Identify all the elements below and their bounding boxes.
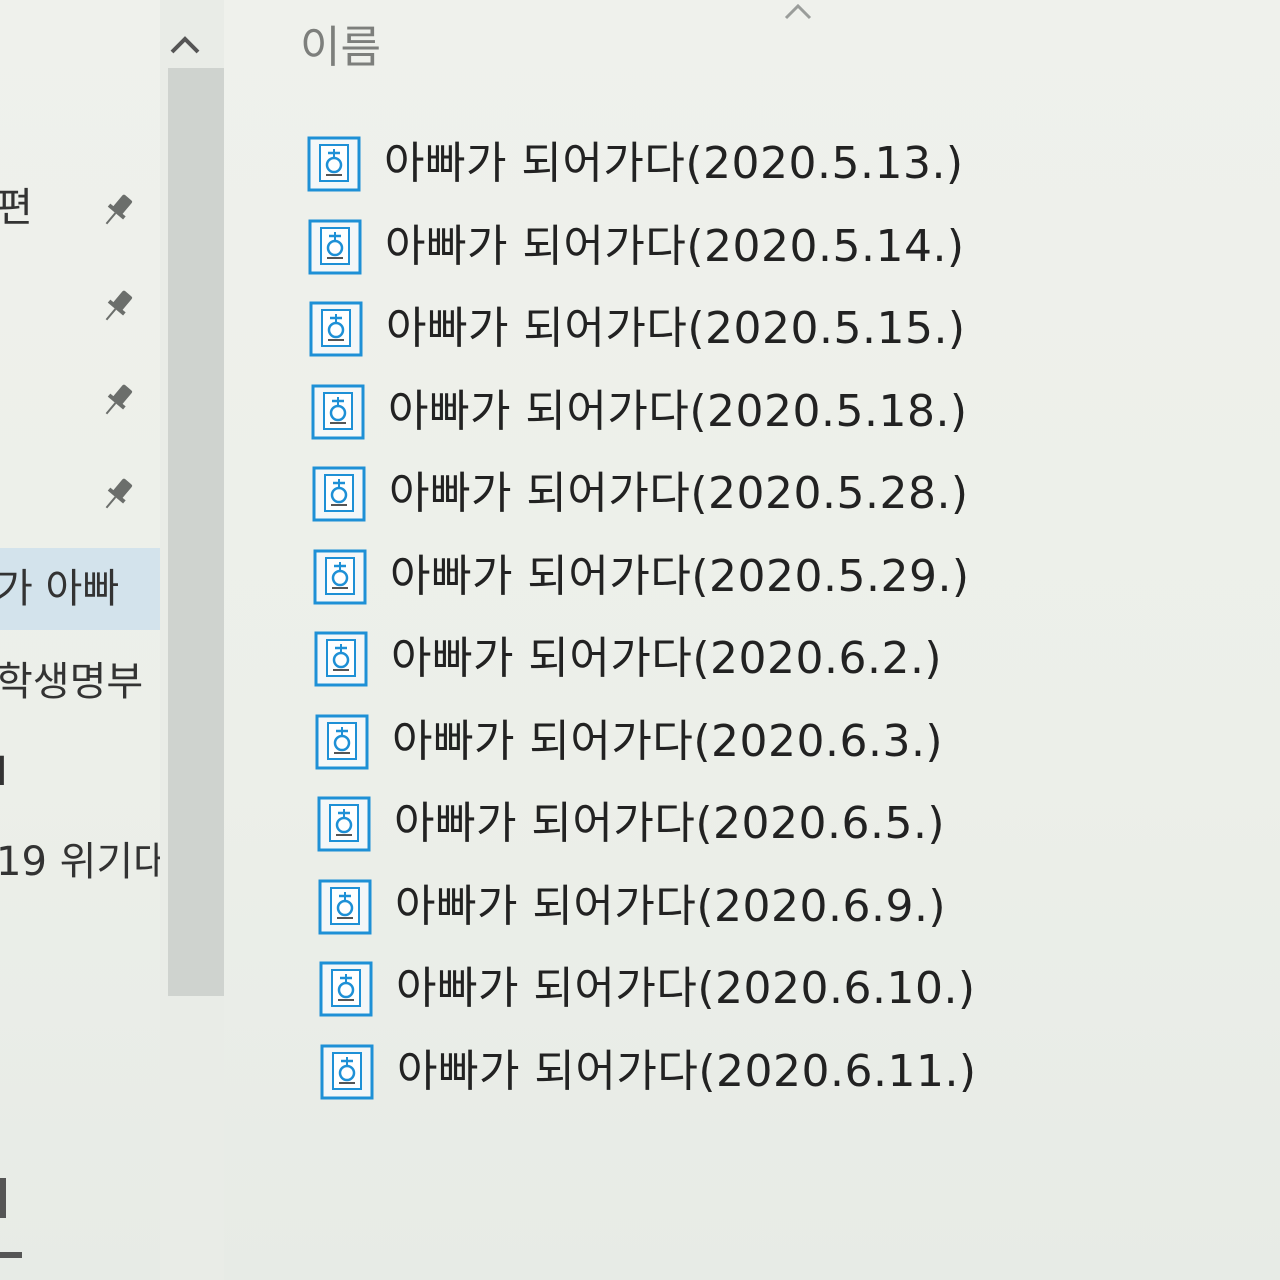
nav-item-folder[interactable]: I: [0, 736, 160, 808]
file-name: 아빠가 되어가다(2020.5.28.): [389, 468, 969, 519]
hwp-document-icon: [312, 548, 368, 606]
file-name: 아빠가 되어가다(2020.6.10.): [396, 963, 976, 1014]
hwp-document-icon: [308, 300, 364, 358]
file-row[interactable]: 아빠가 되어가다(2020.6.3.): [228, 702, 1228, 782]
file-name: 아빠가 되어가다(2020.6.3.): [392, 715, 944, 767]
nav-item-label: 19 위기대: [0, 839, 160, 885]
hwp-document-icon: [307, 218, 363, 276]
file-name: 아빠가 되어가다(2020.5.15.): [386, 303, 966, 354]
nav-item-label: 편: [0, 185, 33, 231]
file-name: 아빠가 되어가다(2020.6.11.): [397, 1045, 977, 1097]
nav-item-folder[interactable]: 학생명부: [0, 646, 160, 718]
nav-item-selected-folder[interactable]: 가 아빠: [0, 548, 160, 630]
file-name: 아빠가 되어가다(2020.5.18.): [388, 385, 968, 437]
nav-item-label: 학생명부: [0, 659, 144, 705]
nav-scrollbar[interactable]: [160, 0, 224, 1280]
file-name: 아빠가 되어가다(2020.6.5.): [394, 798, 946, 849]
file-row[interactable]: 아빠가 되어가다(2020.5.14.): [228, 207, 1228, 287]
hwp-document-icon: [310, 383, 366, 441]
nav-item-label: 가 아빠: [0, 566, 120, 612]
file-row[interactable]: 아빠가 되어가다(2020.5.13.): [228, 124, 1228, 204]
file-row[interactable]: 아빠가 되어가다(2020.5.29.): [228, 537, 1228, 617]
file-row[interactable]: 아빠가 되어가다(2020.5.15.): [228, 289, 1228, 369]
file-name: 아빠가 되어가다(2020.5.13.): [384, 138, 964, 189]
hwp-document-icon: [319, 1043, 375, 1101]
file-row[interactable]: 아빠가 되어가다(2020.6.5.): [228, 784, 1228, 864]
chevron-up-icon[interactable]: [160, 20, 210, 70]
hwp-document-icon: [311, 465, 367, 523]
file-row[interactable]: 아빠가 되어가다(2020.5.28.): [228, 454, 1228, 534]
hwp-document-icon: [313, 630, 369, 688]
nav-item-folder[interactable]: 19 위기대: [0, 826, 160, 898]
file-name: 아빠가 되어가다(2020.5.14.): [385, 220, 965, 272]
file-name: 아빠가 되어가다(2020.6.9.): [395, 880, 947, 932]
file-list-pane: 이름 아빠가 되어가다(2020.5.13.) 아빠가 되어가다(2020.5.1…: [228, 0, 1280, 1280]
file-row[interactable]: 아빠가 되어가다(2020.5.18.): [228, 372, 1228, 452]
hwp-document-icon: [314, 713, 370, 771]
nav-item-label: I: [0, 749, 8, 795]
pin-icon[interactable]: [98, 474, 138, 514]
sort-caret-icon[interactable]: [778, 0, 818, 24]
hwp-document-icon: [317, 878, 373, 936]
pin-icon[interactable]: [98, 286, 138, 326]
file-name: 아빠가 되어가다(2020.6.2.): [391, 633, 943, 684]
file-name: 아빠가 되어가다(2020.5.29.): [390, 550, 970, 602]
column-header-name[interactable]: 이름: [300, 20, 381, 76]
file-explorer-window: 편 가 아빠 학생명부 I 19 위기대 이름 아빠가 되어가다(2020.5.…: [0, 0, 1280, 1280]
file-row[interactable]: 아빠가 되어가다(2020.6.2.): [228, 619, 1228, 699]
navigation-pane: 편 가 아빠 학생명부 I 19 위기대: [0, 0, 160, 1280]
pin-icon[interactable]: [98, 190, 138, 230]
nav-item-fragment: [0, 1178, 6, 1218]
file-row[interactable]: 아빠가 되어가다(2020.6.11.): [228, 1032, 1228, 1112]
scrollbar-thumb[interactable]: [168, 68, 224, 996]
hwp-document-icon: [316, 795, 372, 853]
hwp-document-icon: [318, 960, 374, 1018]
pin-icon[interactable]: [98, 380, 138, 420]
file-row[interactable]: 아빠가 되어가다(2020.6.9.): [228, 867, 1228, 947]
hwp-document-icon: [306, 135, 362, 193]
file-row[interactable]: 아빠가 되어가다(2020.6.10.): [228, 949, 1228, 1029]
nav-item-fragment: [0, 1252, 22, 1258]
